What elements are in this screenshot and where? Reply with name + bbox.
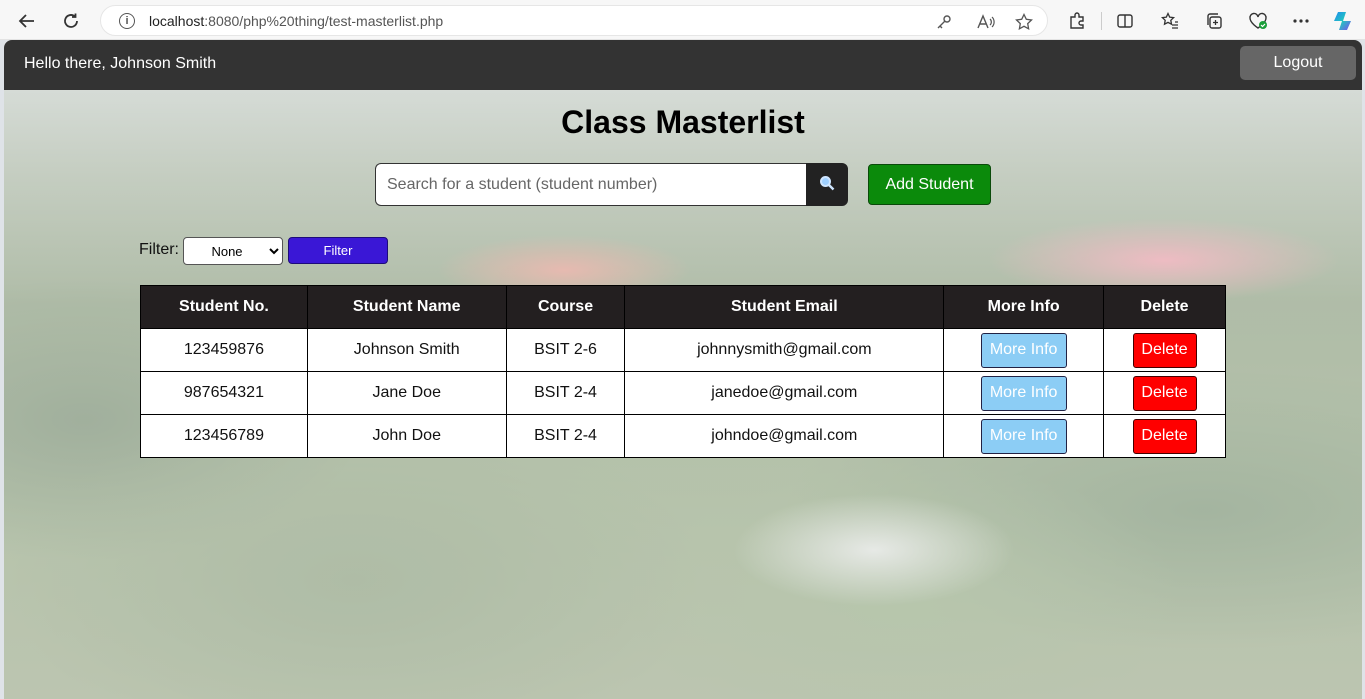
filter-button[interactable]: Filter bbox=[288, 237, 388, 264]
cell-student-no: 123456789 bbox=[140, 414, 308, 458]
filter-select[interactable]: None bbox=[183, 237, 283, 265]
page-title: Class Masterlist bbox=[561, 104, 805, 140]
collections-icon[interactable] bbox=[1202, 9, 1226, 33]
cell-student-name: Johnson Smith bbox=[306, 328, 507, 372]
cell-course: BSIT 2-6 bbox=[505, 328, 626, 372]
key-icon[interactable] bbox=[933, 11, 955, 33]
cell-delete: Delete bbox=[1103, 414, 1226, 458]
more-info-button[interactable]: More Info bbox=[980, 375, 1067, 411]
column-header-student-no: Student No. bbox=[140, 285, 308, 329]
browser-toolbar: i localhost:8080/php%20thing/test-master… bbox=[0, 0, 1365, 40]
favorite-star-icon[interactable] bbox=[1013, 11, 1035, 33]
url-host: localhost bbox=[149, 12, 205, 29]
cell-student-name: Jane Doe bbox=[306, 371, 507, 415]
cell-email: johndoe@gmail.com bbox=[624, 414, 945, 458]
cell-delete: Delete bbox=[1103, 328, 1226, 372]
delete-button[interactable]: Delete bbox=[1132, 332, 1197, 368]
read-aloud-icon[interactable] bbox=[975, 11, 997, 33]
filter-label: Filter: bbox=[139, 241, 179, 258]
favorites-icon[interactable] bbox=[1158, 9, 1182, 33]
cell-more-info: More Info bbox=[943, 371, 1105, 415]
table-header-row: Student No. Student Name Course Student … bbox=[140, 285, 1226, 329]
page-viewport: Hello there, Johnson Smith Logout Class … bbox=[4, 40, 1362, 699]
cell-course: BSIT 2-4 bbox=[505, 371, 626, 415]
delete-button[interactable]: Delete bbox=[1132, 375, 1197, 411]
cell-delete: Delete bbox=[1103, 371, 1226, 415]
address-bar[interactable]: i localhost:8080/php%20thing/test-master… bbox=[100, 5, 1048, 36]
logout-button[interactable]: Logout bbox=[1240, 46, 1356, 80]
masterlist-table: Student No. Student Name Course Student … bbox=[140, 285, 1226, 458]
cell-student-name: John Doe bbox=[306, 414, 507, 458]
more-info-button[interactable]: More Info bbox=[980, 332, 1067, 368]
cell-student-no: 123459876 bbox=[140, 328, 308, 372]
split-screen-icon[interactable] bbox=[1113, 9, 1137, 33]
column-header-student-name: Student Name bbox=[306, 285, 507, 329]
more-menu-icon[interactable] bbox=[1289, 9, 1313, 33]
refresh-icon[interactable] bbox=[58, 8, 84, 34]
url-text: localhost:8080/php%20thing/test-masterli… bbox=[149, 13, 443, 29]
top-navbar: Hello there, Johnson Smith Logout bbox=[4, 40, 1362, 90]
add-student-button[interactable]: Add Student bbox=[868, 164, 991, 205]
greeting-text: Hello there, Johnson Smith bbox=[24, 55, 217, 72]
cell-course: BSIT 2-4 bbox=[505, 414, 626, 458]
cell-more-info: More Info bbox=[943, 414, 1105, 458]
url-path: :8080/php%20thing/test-masterlist.php bbox=[204, 12, 444, 29]
browser-essentials-icon[interactable] bbox=[1246, 9, 1270, 33]
search-bar bbox=[375, 163, 848, 206]
search-input[interactable] bbox=[375, 163, 806, 206]
table-row: 123456789 John Doe BSIT 2-4 johndoe@gmai… bbox=[140, 414, 1226, 458]
cell-email: johnnysmith@gmail.com bbox=[624, 328, 945, 372]
more-info-button[interactable]: More Info bbox=[980, 418, 1067, 454]
copilot-icon[interactable] bbox=[1331, 9, 1355, 33]
cell-email: janedoe@gmail.com bbox=[624, 371, 945, 415]
cell-more-info: More Info bbox=[943, 328, 1105, 372]
cell-student-no: 987654321 bbox=[140, 371, 308, 415]
search-icon bbox=[819, 175, 835, 194]
column-header-delete: Delete bbox=[1103, 285, 1226, 329]
search-button[interactable] bbox=[806, 163, 848, 206]
delete-button[interactable]: Delete bbox=[1132, 418, 1197, 454]
table-row: 123459876 Johnson Smith BSIT 2-6 johnnys… bbox=[140, 328, 1226, 372]
column-header-course: Course bbox=[505, 285, 626, 329]
back-arrow-icon[interactable] bbox=[14, 8, 40, 34]
column-header-more-info: More Info bbox=[943, 285, 1105, 329]
extensions-icon[interactable] bbox=[1065, 9, 1089, 33]
column-header-student-email: Student Email bbox=[624, 285, 945, 329]
site-info-icon[interactable]: i bbox=[119, 12, 135, 29]
table-row: 987654321 Jane Doe BSIT 2-4 janedoe@gmai… bbox=[140, 371, 1226, 415]
